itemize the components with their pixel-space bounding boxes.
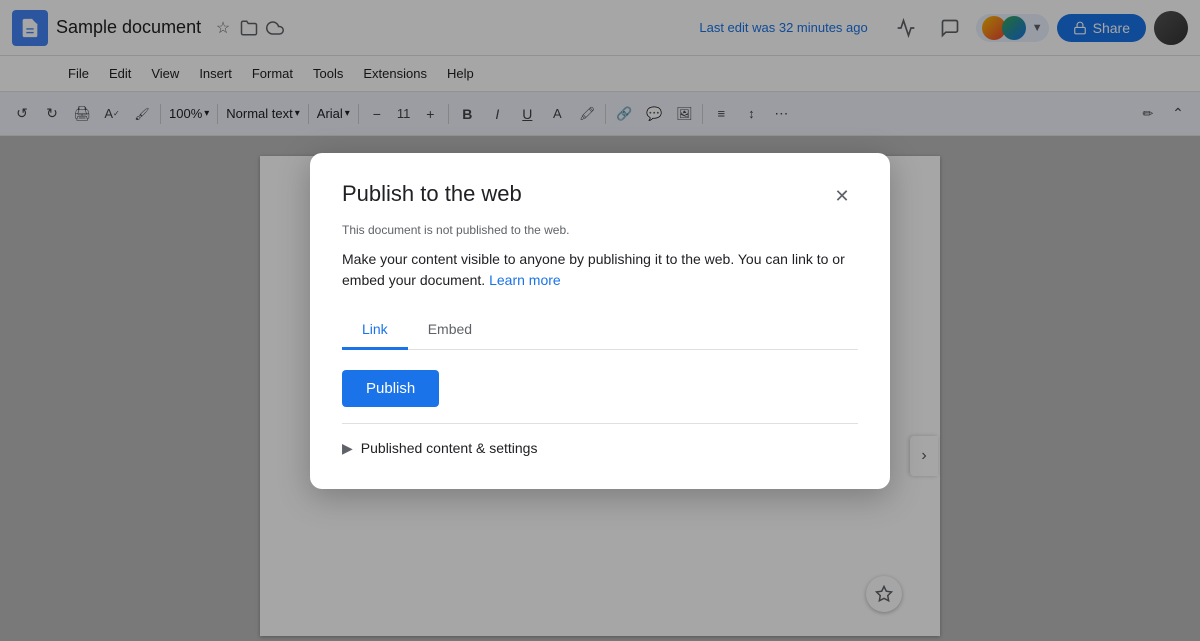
publish-modal: Publish to the web ✕ This document is no… (310, 153, 890, 489)
tab-embed[interactable]: Embed (408, 311, 492, 350)
modal-title: Publish to the web (342, 181, 522, 207)
modal-header: Publish to the web ✕ (342, 181, 858, 213)
modal-description: Make your content visible to anyone by p… (342, 249, 858, 291)
tab-link[interactable]: Link (342, 311, 408, 350)
learn-more-link[interactable]: Learn more (489, 272, 561, 288)
settings-label: Published content & settings (361, 440, 538, 456)
publish-button[interactable]: Publish (342, 370, 439, 407)
settings-row[interactable]: ▶ Published content & settings (342, 424, 858, 461)
modal-close-button[interactable]: ✕ (826, 181, 858, 213)
modal-status: This document is not published to the we… (342, 223, 858, 237)
publish-area: Publish (342, 350, 858, 423)
settings-chevron-icon: ▶ (342, 440, 353, 457)
tabs-row: Link Embed (342, 311, 858, 350)
modal-overlay[interactable]: Publish to the web ✕ This document is no… (0, 0, 1200, 641)
